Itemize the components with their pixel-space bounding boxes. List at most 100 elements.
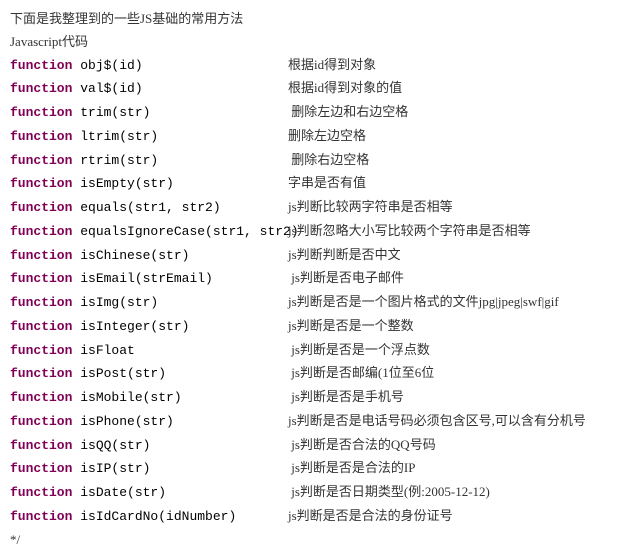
function-description: js判断是否是合法的IP [288,460,415,475]
function-row: function isDate(str) js判断是否日期类型(例:2005-1… [10,481,623,505]
function-name: isEmpty(str) [72,176,173,191]
function-description: js判断是否是合法的身份证号 [288,508,453,523]
keyword-function: function [10,414,72,429]
function-description: 根据id得到对象的值 [288,80,402,95]
keyword-function: function [10,390,72,405]
function-name: isPost(str) [72,366,166,381]
function-name: isIP(str) [72,461,150,476]
keyword-function: function [10,509,72,524]
function-signature: function rtrim(str) [10,149,288,173]
function-name: val$(id) [72,81,142,96]
function-signature: function isFloat [10,339,288,363]
function-description: js判断是否是一个图片格式的文件jpg|jpeg|swf|gif [288,294,559,309]
keyword-function: function [10,81,72,96]
keyword-function: function [10,343,72,358]
function-name: isIdCardNo(idNumber) [72,509,236,524]
function-description: js判断是否电子邮件 [288,270,404,285]
function-signature: function isChinese(str) [10,244,288,268]
function-row: function isEmpty(str)字串是否有值 [10,172,623,196]
function-row: function isChinese(str)js判断判断是否中文 [10,244,623,268]
keyword-function: function [10,461,72,476]
function-name: isMobile(str) [72,390,181,405]
function-name: isQQ(str) [72,438,150,453]
function-signature: function isPhone(str) [10,410,288,434]
function-row: function ltrim(str)删除左边空格 [10,125,623,149]
function-signature: function ltrim(str) [10,125,288,149]
function-description: js判断比较两字符串是否相等 [288,199,453,214]
keyword-function: function [10,248,72,263]
function-description: js判断是否是一个整数 [288,318,414,333]
function-name: isDate(str) [72,485,166,500]
intro-line: 下面是我整理到的一些JS基础的常用方法 [10,8,623,31]
function-row: function isIP(str) js判断是否是合法的IP [10,457,623,481]
function-name: equalsIgnoreCase(str1, str2) [72,224,298,239]
function-description: 删除左边空格 [288,128,366,143]
keyword-function: function [10,105,72,120]
function-name: equals(str1, str2) [72,200,220,215]
function-description: js判断是否日期类型(例:2005-12-12) [288,484,490,499]
function-signature: function isPost(str) [10,362,288,386]
function-row: function isPhone(str)js判断是否是电话号码必须包含区号,可… [10,410,623,434]
function-signature: function isEmpty(str) [10,172,288,196]
function-signature: function isEmail(strEmail) [10,267,288,291]
keyword-function: function [10,153,72,168]
function-row: function isFloat js判断是否是一个浮点数 [10,339,623,363]
function-signature: function isIdCardNo(idNumber) [10,505,288,529]
lang-label: Javascript代码 [10,31,623,54]
function-list: function obj$(id)根据id得到对象function val$(i… [10,54,623,529]
function-row: function equalsIgnoreCase(str1, str2)js判… [10,220,623,244]
function-row: function isInteger(str)js判断是否是一个整数 [10,315,623,339]
function-name: isImg(str) [72,295,158,310]
function-row: function isQQ(str) js判断是否合法的QQ号码 [10,434,623,458]
function-row: function isIdCardNo(idNumber)js判断是否是合法的身… [10,505,623,529]
function-name: trim(str) [72,105,150,120]
keyword-function: function [10,224,72,239]
function-description: 根据id得到对象 [288,57,376,72]
function-description: js判断是否是电话号码必须包含区号,可以含有分机号 [288,413,586,428]
function-row: function isEmail(strEmail) js判断是否电子邮件 [10,267,623,291]
function-row: function isImg(str)js判断是否是一个图片格式的文件jpg|j… [10,291,623,315]
function-signature: function isImg(str) [10,291,288,315]
function-name: isChinese(str) [72,248,189,263]
keyword-function: function [10,176,72,191]
keyword-function: function [10,319,72,334]
end-comment: */ [10,529,623,552]
function-name: isPhone(str) [72,414,173,429]
function-signature: function isQQ(str) [10,434,288,458]
keyword-function: function [10,485,72,500]
function-row: function obj$(id)根据id得到对象 [10,54,623,78]
function-row: function equals(str1, str2)js判断比较两字符串是否相… [10,196,623,220]
keyword-function: function [10,271,72,286]
function-name: isFloat [72,343,134,358]
function-name: rtrim(str) [72,153,158,168]
function-description: js判断忽略大小写比较两个字符串是否相等 [288,223,531,238]
function-signature: function equalsIgnoreCase(str1, str2) [10,220,288,244]
function-signature: function isInteger(str) [10,315,288,339]
function-description: js判断是否合法的QQ号码 [288,437,436,452]
function-description: 删除右边空格 [288,152,369,167]
function-row: function trim(str) 删除左边和右边空格 [10,101,623,125]
function-signature: function obj$(id) [10,54,288,78]
function-signature: function isMobile(str) [10,386,288,410]
function-description: 删除左边和右边空格 [288,104,408,119]
keyword-function: function [10,438,72,453]
function-name: isEmail(strEmail) [72,271,212,286]
function-row: function val$(id)根据id得到对象的值 [10,77,623,101]
keyword-function: function [10,129,72,144]
function-description: js判断是否是一个浮点数 [288,342,430,357]
function-signature: function isIP(str) [10,457,288,481]
function-signature: function equals(str1, str2) [10,196,288,220]
function-description: 字串是否有值 [288,175,366,190]
keyword-function: function [10,200,72,215]
keyword-function: function [10,295,72,310]
function-signature: function val$(id) [10,77,288,101]
function-signature: function isDate(str) [10,481,288,505]
function-row: function isMobile(str) js判断是否是手机号 [10,386,623,410]
function-description: js判断判断是否中文 [288,247,401,262]
function-description: js判断是否邮编(1位至6位 [288,365,434,380]
keyword-function: function [10,366,72,381]
function-row: function rtrim(str) 删除右边空格 [10,149,623,173]
function-row: function isPost(str) js判断是否邮编(1位至6位 [10,362,623,386]
function-signature: function trim(str) [10,101,288,125]
function-description: js判断是否是手机号 [288,389,404,404]
